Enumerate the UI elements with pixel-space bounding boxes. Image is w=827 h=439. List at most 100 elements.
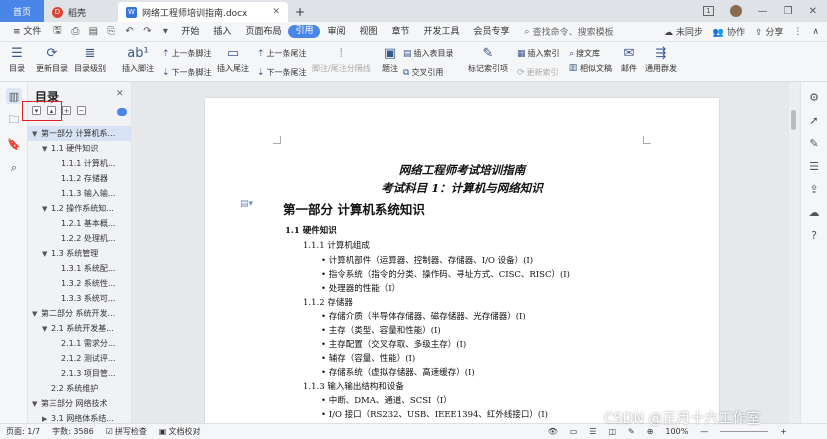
document-scrollbar[interactable]: [789, 82, 799, 423]
toc-level-button[interactable]: ≣ 目录级别: [74, 45, 106, 74]
zoom-slider[interactable]: [714, 431, 774, 432]
next-footnote-button[interactable]: ⇣ 下一条脚注: [162, 67, 212, 78]
proofread-button[interactable]: ▣ 文档校对: [153, 426, 207, 437]
menu-member[interactable]: 会员专享: [467, 22, 517, 42]
more-icon[interactable]: ⋮: [793, 27, 802, 37]
menu-start[interactable]: 开始: [174, 22, 206, 42]
toc-item[interactable]: 1.3.3 系统可...: [28, 291, 131, 306]
mark-index-button[interactable]: ✎ 标记索引项: [468, 45, 508, 74]
zoom-level[interactable]: 100%: [659, 427, 694, 436]
remove-heading-icon[interactable]: −: [77, 106, 86, 115]
chevron-down-icon[interactable]: ▼: [32, 397, 41, 411]
toc-item[interactable]: ▼ 第一部分 计算机系...: [28, 126, 131, 141]
menu-section[interactable]: 章节: [385, 22, 417, 42]
bookmark-icon[interactable]: 🔖: [6, 136, 22, 152]
save-icon[interactable]: 🖫: [51, 25, 63, 38]
close-icon[interactable]: ✕: [116, 89, 124, 99]
print-icon[interactable]: ▤: [87, 26, 99, 38]
chevron-down-icon[interactable]: ▼: [32, 127, 41, 141]
toc-item[interactable]: ▼ 1.3 系统管理: [28, 246, 131, 261]
mail-button[interactable]: ✉ 邮件: [620, 45, 638, 74]
minimize-button[interactable]: —: [758, 6, 768, 17]
menu-layout[interactable]: 页面布局: [238, 22, 288, 42]
paragraph-menu-icon[interactable]: ▤▾: [240, 199, 253, 209]
toc-mode-badge[interactable]: [117, 108, 127, 116]
group-send-button[interactable]: ⇶ 通用群发: [645, 45, 677, 74]
command-search[interactable]: ⌕ 查找命令、搜索模板: [525, 25, 614, 39]
toc-item[interactable]: 1.3.2 系统性...: [28, 276, 131, 291]
web-view-icon[interactable]: ◫: [602, 427, 622, 436]
chevron-right-icon[interactable]: ▶: [42, 412, 51, 423]
avatar[interactable]: [729, 5, 742, 17]
undo-icon[interactable]: ↶: [123, 26, 135, 38]
toc-item[interactable]: ▶ 3.1 网络体系结...: [28, 411, 131, 423]
toc-item[interactable]: ▼ 1.1 硬件知识: [28, 141, 131, 156]
toc-item[interactable]: 1.2.2 处理机...: [28, 231, 131, 246]
note-separator-button[interactable]: ⁞ 脚注/尾注分隔线: [312, 45, 371, 74]
spell-check-toggle[interactable]: ☑ 拼写检查: [100, 426, 153, 437]
search-icon[interactable]: ⌕: [6, 160, 22, 176]
adjust-icon[interactable]: ⚙: [807, 90, 821, 104]
page-count[interactable]: 页面: 1/7: [0, 426, 46, 437]
sync-status[interactable]: ☁ 未同步: [664, 25, 703, 38]
chevron-down-icon[interactable]: ▾: [159, 26, 171, 38]
menu-file[interactable]: ≡ 文件: [6, 22, 48, 42]
redo-icon[interactable]: ↷: [141, 26, 153, 38]
insert-endnote-button[interactable]: ▭ 插入尾注: [217, 45, 249, 74]
help-icon[interactable]: ?: [807, 228, 821, 242]
eye-icon[interactable]: 👁: [542, 427, 564, 436]
page-view-icon[interactable]: ▭: [564, 427, 584, 436]
prev-footnote-button[interactable]: ⇡ 上一条脚注: [162, 48, 212, 59]
similar-docs-button[interactable]: ▥ 相似文稿: [568, 60, 612, 76]
toc-panel-icon[interactable]: ▥: [6, 88, 22, 104]
print-preview-icon[interactable]: ⎙: [69, 26, 81, 38]
share-button[interactable]: ⇪ 分享: [755, 25, 783, 38]
tab-close-icon[interactable]: ✕: [272, 7, 280, 17]
paste-icon[interactable]: ⎘: [105, 26, 117, 38]
toc-item[interactable]: ▼ 2.1 系统开发基...: [28, 321, 131, 336]
toc-item[interactable]: 2.2 系统维护: [28, 381, 131, 396]
collab-button[interactable]: 👥 协作: [713, 25, 745, 38]
restore-button[interactable]: ❐: [784, 6, 793, 17]
folder-icon[interactable]: 🗀: [6, 112, 22, 128]
chevron-down-icon[interactable]: ▼: [42, 202, 51, 216]
insert-index-button[interactable]: ▦ 插入索引: [517, 48, 560, 59]
toc-item[interactable]: 2.1.1 需求分...: [28, 336, 131, 351]
select-icon[interactable]: ➚: [807, 113, 821, 127]
toc-item[interactable]: 2.1.3 项目管...: [28, 366, 131, 381]
zoom-in-button[interactable]: +: [774, 427, 827, 436]
menu-references[interactable]: 引用: [288, 25, 321, 38]
menu-insert[interactable]: 插入: [206, 22, 238, 42]
tab-document[interactable]: W 网络工程师培训指南.docx ✕: [118, 2, 288, 22]
insert-footnote-button[interactable]: ab¹ 插入脚注: [122, 45, 154, 74]
new-tab-button[interactable]: +: [288, 2, 312, 22]
toc-item[interactable]: ▼ 1.2 操作系统知...: [28, 201, 131, 216]
outline-view-icon[interactable]: ☰: [583, 427, 602, 436]
update-toc-button[interactable]: ⟳ 更新目录: [36, 45, 68, 74]
menu-review[interactable]: 审阅: [320, 22, 352, 42]
zoom-out-button[interactable]: —: [694, 427, 714, 436]
toc-item[interactable]: ▼ 第二部分 系统开发...: [28, 306, 131, 321]
insert-tof-button[interactable]: ▤ 插入表目录: [403, 48, 454, 59]
chevron-down-icon[interactable]: ▼: [42, 322, 51, 336]
globe-icon[interactable]: ⊕: [641, 427, 660, 436]
document-page[interactable]: 网络工程师考试培训指南 考试科目 1：计算机与网络知识 第一部分 计算机系统知识…: [205, 98, 719, 423]
toc-item[interactable]: 1.3.1 系统配...: [28, 261, 131, 276]
scroll-thumb[interactable]: [791, 110, 796, 130]
search-library-button[interactable]: ⌕ 搜文库: [569, 48, 600, 59]
tab-rk[interactable]: D 稻壳: [44, 2, 118, 22]
window-count-badge[interactable]: 1: [703, 6, 714, 16]
chevron-down-icon[interactable]: ▼: [42, 142, 51, 156]
collapse-ribbon-icon[interactable]: ∧: [812, 27, 819, 37]
toc-item[interactable]: 1.1.3 输入输...: [28, 186, 131, 201]
toc-item[interactable]: 1.1.2 存储器: [28, 171, 131, 186]
caption-button[interactable]: ▣ 题注: [381, 45, 399, 74]
toc-item[interactable]: ▼ 第三部分 网络技术: [28, 396, 131, 411]
add-heading-icon[interactable]: +: [62, 106, 71, 115]
update-index-button[interactable]: ⟳ 更新索引: [517, 67, 559, 78]
tab-home[interactable]: 首页: [0, 0, 44, 22]
menu-view[interactable]: 视图: [352, 22, 384, 42]
word-count[interactable]: 字数: 3586: [46, 426, 100, 437]
sliders-icon[interactable]: ☰: [807, 159, 821, 173]
close-button[interactable]: ✕: [809, 6, 817, 17]
